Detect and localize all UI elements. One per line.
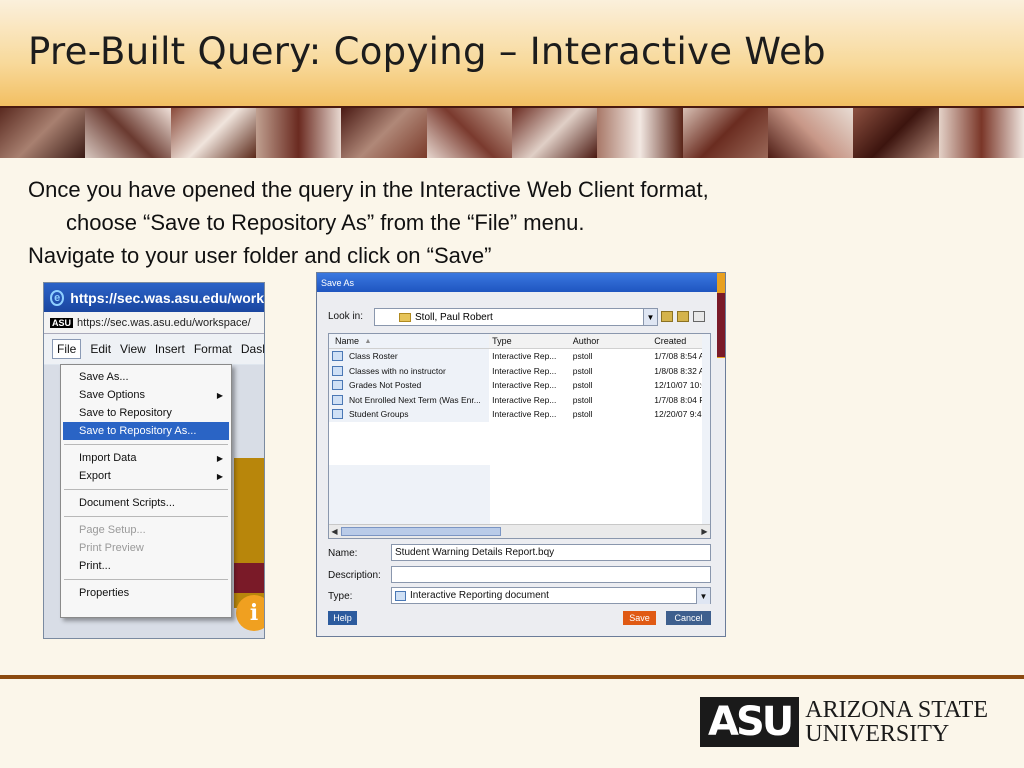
background-accent-dark [717,293,725,357]
document-icon [395,590,406,601]
file-menu: Save As... Save Options ▶ Save to Reposit… [60,364,232,618]
submenu-arrow-icon: ▶ [216,453,223,463]
file-list: Name ▲ Type Author Created Class Roster … [328,333,711,539]
menu-item-properties[interactable]: Properties [61,584,231,602]
file-list-header: Name ▲ Type Author Created [329,334,710,349]
submenu-arrow-icon: ▶ [216,471,223,481]
save-button[interactable]: Save [623,611,656,625]
scroll-right-icon[interactable]: ▶ [699,526,710,537]
document-icon [332,351,343,362]
menu-bar: File Edit View Insert Format Dashb [44,334,264,364]
menu-view[interactable]: View [120,342,146,356]
instruction-line-1: Once you have opened the query in the In… [28,177,709,202]
type-dropdown[interactable]: Interactive Reporting document ▼ [391,587,711,604]
info-icon: i [236,595,264,631]
scroll-thumb[interactable] [341,527,501,536]
report-accent-dark [234,563,264,593]
menu-dashboard[interactable]: Dashb [241,342,264,356]
description-field[interactable] [391,566,711,583]
body-text: Once you have opened the query in the In… [28,173,988,272]
photo-strip [0,106,1024,158]
document-icon [332,365,343,376]
browser-title: https://sec.was.asu.edu/work [70,289,264,306]
menu-item-print-preview: Print Preview [79,542,144,554]
footer-rule [0,675,1024,679]
document-icon [332,394,343,405]
submenu-arrow-icon: ▶ [216,390,223,400]
university-name-line1: ARIZONA STATE [805,697,988,723]
type-value: Interactive Reporting document [410,590,549,601]
column-author[interactable]: Author [570,334,652,348]
menu-item-import-data[interactable]: Import Data ▶ [61,449,231,467]
file-row[interactable]: Class Roster Interactive Rep... pstoll 1… [329,349,710,364]
browser-titlebar: e https://sec.was.asu.edu/work [44,283,264,312]
menu-separator [64,579,228,580]
menu-edit[interactable]: Edit [90,342,111,356]
type-label: Type: [328,591,353,602]
column-type[interactable]: Type [489,334,570,348]
description-label: Description: [328,570,381,581]
menu-separator [64,444,228,445]
menu-item-save-to-repository[interactable]: Save to Repository [61,404,231,422]
internet-explorer-icon: e [50,289,65,306]
university-name-line2: UNIVERSITY [805,721,950,747]
instruction-line-3: Navigate to your user folder and click o… [28,243,492,268]
title-band: Pre-Built Query: Copying – Interactive W… [0,0,1024,106]
file-row[interactable]: Grades Not Posted Interactive Rep... pst… [329,378,710,393]
file-row[interactable]: Student Groups Interactive Rep... pstoll… [329,407,710,422]
menu-separator [64,489,228,490]
university-name: ARIZONA STATE UNIVERSITY [805,698,988,746]
vertical-scrollbar[interactable] [702,334,710,525]
menu-item-page-setup: Page Setup... [79,524,146,536]
name-column-background [329,465,490,525]
menu-item-save-as[interactable]: Save As... [61,368,231,386]
menu-item-print[interactable]: Print... [61,557,231,575]
chevron-down-icon[interactable]: ▼ [696,588,710,604]
scroll-left-icon[interactable]: ◀ [329,526,340,537]
name-field[interactable]: Student Warning Details Report.bqy [391,544,711,561]
horizontal-scrollbar[interactable]: ◀ ▶ [329,524,710,538]
sort-ascending-icon: ▲ [364,337,372,345]
asu-logo: ASU ARIZONA STATE UNIVERSITY [700,697,988,747]
cancel-button[interactable]: Cancel [666,611,711,625]
menu-item-document-scripts[interactable]: Document Scripts... [61,494,231,512]
dialog-toolbar [661,311,705,322]
document-icon [332,409,343,420]
menu-item-save-options[interactable]: Save Options ▶ [61,386,231,404]
asu-mark: ASU [700,697,800,747]
menu-item-save-to-repository-as[interactable]: Save to Repository As... [63,422,229,440]
column-name[interactable]: Name ▲ [329,334,490,348]
look-in-dropdown[interactable]: Stoll, Paul Robert ▼ [374,308,658,326]
save-as-dialog: Save As Look in: Stoll, Paul Robert ▼ Na… [316,272,726,637]
name-label: Name: [328,548,358,559]
address-bar[interactable]: ASU https://sec.was.asu.edu/workspace/ [44,312,264,334]
menu-file[interactable]: File [52,339,82,359]
dialog-titlebar: Save As [317,273,725,292]
view-menu-icon[interactable] [693,311,705,322]
new-folder-icon[interactable] [677,311,689,322]
menu-item-export[interactable]: Export ▶ [61,467,231,485]
menu-insert[interactable]: Insert [155,342,185,356]
slide-title: Pre-Built Query: Copying – Interactive W… [28,30,826,73]
site-logo-icon: ASU [50,317,74,328]
address-url[interactable]: https://sec.was.asu.edu/workspace/ [77,317,251,329]
folder-icon [399,312,411,322]
menu-format[interactable]: Format [194,342,232,356]
document-icon [332,380,343,391]
menu-separator [64,516,228,517]
look-in-label: Look in: [328,311,364,322]
instruction-line-2: choose “Save to Repository As” from the … [66,210,585,235]
help-button[interactable]: Help [328,611,357,625]
up-folder-icon[interactable] [661,311,673,322]
chevron-down-icon[interactable]: ▼ [643,309,657,325]
look-in-value: Stoll, Paul Robert [415,311,493,323]
file-row[interactable]: Classes with no instructor Interactive R… [329,363,710,378]
file-row[interactable]: Not Enrolled Next Term (Was Enr... Inter… [329,392,710,407]
